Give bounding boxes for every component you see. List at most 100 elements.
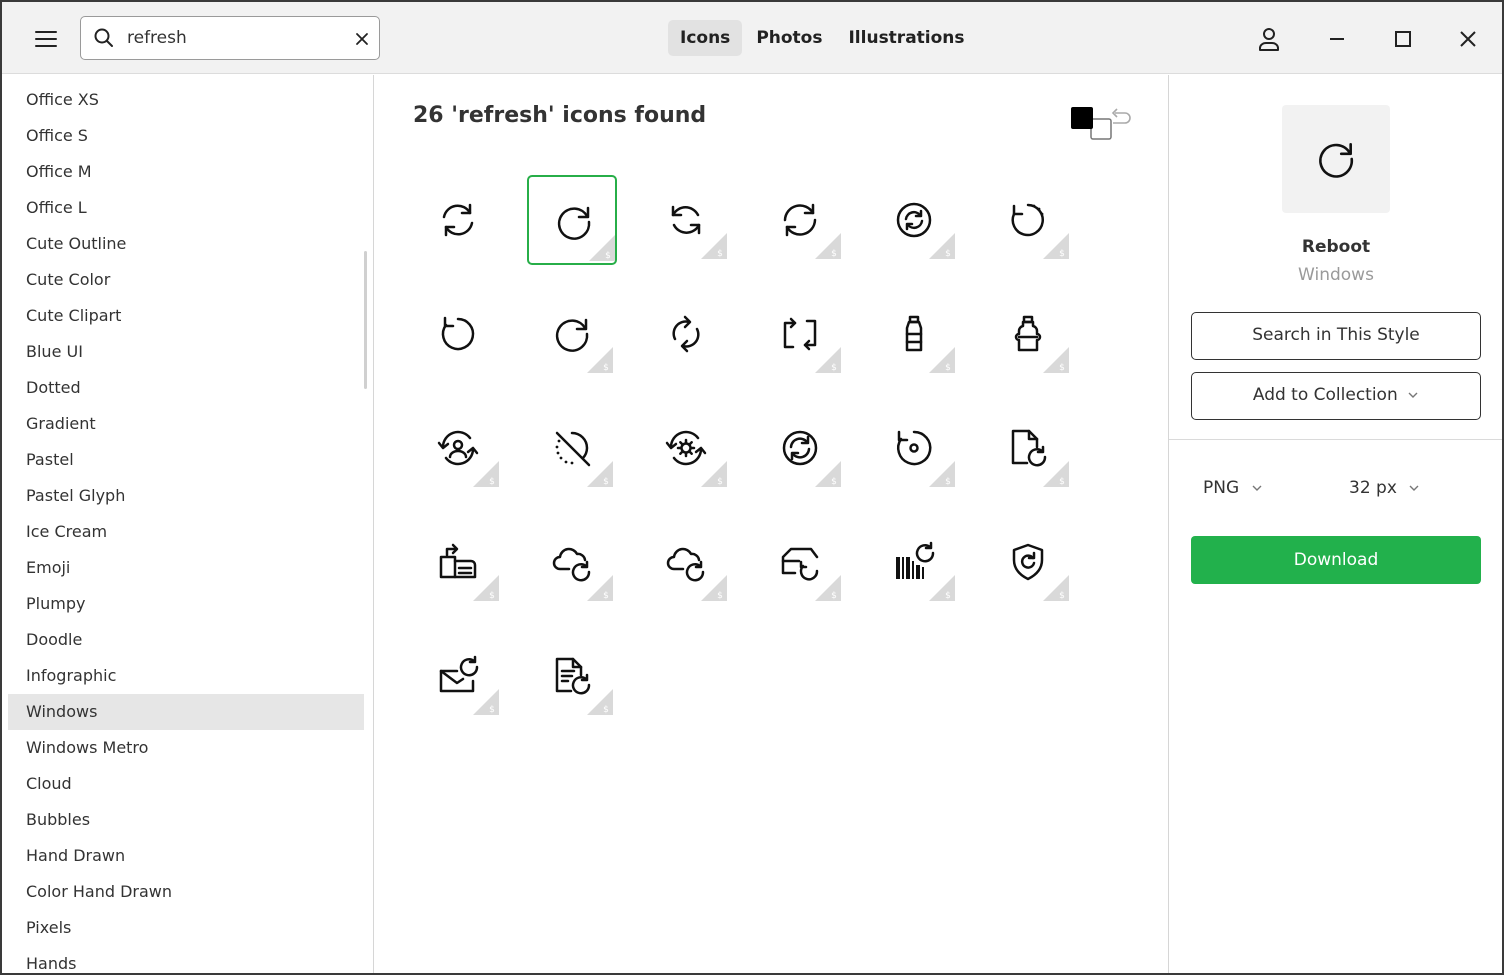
sidebar-item-color-hand-drawn[interactable]: Color Hand Drawn <box>8 874 364 910</box>
icon-circular-sync[interactable]: $ <box>869 175 959 265</box>
icon-cart-refresh[interactable]: $ <box>755 517 845 607</box>
title-bar: Icons Photos Illustrations <box>2 2 1502 74</box>
icon-power-restart[interactable] <box>413 289 503 379</box>
sidebar-item-office-l[interactable]: Office L <box>8 190 364 226</box>
sidebar-item-pastel-glyph[interactable]: Pastel Glyph <box>8 478 364 514</box>
sidebar-scrollbar[interactable] <box>364 251 367 389</box>
size-value: 32 px <box>1349 478 1397 498</box>
svg-text:$: $ <box>603 363 609 373</box>
svg-text:$: $ <box>489 591 495 601</box>
tab-illustrations[interactable]: Illustrations <box>836 20 976 56</box>
sidebar-item-cute-outline[interactable]: Cute Outline <box>8 226 364 262</box>
sidebar-item-bubbles[interactable]: Bubbles <box>8 802 364 838</box>
icon-detail-panel: Reboot Windows Search in This Style Add … <box>1168 75 1502 973</box>
format-select[interactable]: PNG <box>1203 473 1263 503</box>
panel-divider <box>1169 439 1502 440</box>
paid-badge-icon: $ <box>587 575 613 601</box>
sidebar-item-cloud[interactable]: Cloud <box>8 766 364 802</box>
minimize-button[interactable] <box>1322 24 1352 54</box>
svg-text:$: $ <box>945 363 951 373</box>
sidebar-item-hands[interactable]: Hands <box>8 946 364 973</box>
icon-user-sync[interactable]: $ <box>413 403 503 493</box>
sidebar-item-cute-color[interactable]: Cute Color <box>8 262 364 298</box>
svg-text:$: $ <box>831 249 837 259</box>
tab-icons[interactable]: Icons <box>668 20 743 56</box>
sidebar-item-infographic[interactable]: Infographic <box>8 658 364 694</box>
icon-repeat-square[interactable]: $ <box>755 289 845 379</box>
sidebar-item-windows-metro[interactable]: Windows Metro <box>8 730 364 766</box>
paid-badge-icon: $ <box>473 461 499 487</box>
search-in-style-button[interactable]: Search in This Style <box>1191 312 1481 360</box>
sidebar-item-ice-cream[interactable]: Ice Cream <box>8 514 364 550</box>
maximize-icon <box>1395 31 1411 47</box>
rotate-arrows-icon <box>672 315 700 353</box>
size-select[interactable]: 32 px <box>1349 473 1420 503</box>
icon-undo-circle[interactable]: $ <box>869 403 959 493</box>
content-type-tabs: Icons Photos Illustrations <box>668 20 977 56</box>
icon-document-refresh[interactable]: $ <box>527 631 617 721</box>
icon-sync-circle[interactable]: $ <box>755 403 845 493</box>
icon-redo-circle[interactable]: $ <box>527 289 617 379</box>
add-to-collection-button[interactable]: Add to Collection <box>1191 372 1481 420</box>
sidebar-item-gradient[interactable]: Gradient <box>8 406 364 442</box>
search-input[interactable] <box>127 25 337 51</box>
icon-gear-sync[interactable]: $ <box>641 403 731 493</box>
close-icon <box>356 33 368 45</box>
icon-barcode-refresh[interactable]: $ <box>869 517 959 607</box>
svg-text:$: $ <box>945 249 951 259</box>
close-window-button[interactable] <box>1453 24 1483 54</box>
icon-bottle-alt[interactable]: $ <box>983 289 1073 379</box>
sidebar-item-blue-ui[interactable]: Blue UI <box>8 334 364 370</box>
svg-text:$: $ <box>603 591 609 601</box>
color-swap-button[interactable] <box>1069 101 1133 143</box>
svg-text:$: $ <box>605 251 611 261</box>
svg-text:$: $ <box>717 477 723 487</box>
sidebar-item-doodle[interactable]: Doodle <box>8 622 364 658</box>
icon-printer-refresh[interactable]: $ <box>413 517 503 607</box>
tab-photos[interactable]: Photos <box>744 20 834 56</box>
hamburger-menu-button[interactable] <box>24 24 64 54</box>
paid-badge-icon: $ <box>815 233 841 259</box>
sidebar-item-dotted[interactable]: Dotted <box>8 370 364 406</box>
sidebar-item-office-xs[interactable]: Office XS <box>8 82 364 118</box>
icon-reboot[interactable]: $ <box>527 175 617 265</box>
paid-badge-icon: $ <box>473 575 499 601</box>
paid-badge-icon: $ <box>701 575 727 601</box>
paid-badge-icon: $ <box>473 689 499 715</box>
color-swap-icon <box>1071 107 1131 140</box>
icon-rotate-arrows[interactable] <box>641 289 731 379</box>
selected-icon-style: Windows <box>1298 265 1374 285</box>
download-button[interactable]: Download <box>1191 536 1481 584</box>
svg-text:$: $ <box>831 591 837 601</box>
sidebar-item-plumpy[interactable]: Plumpy <box>8 586 364 622</box>
icon-sync-disabled[interactable]: $ <box>527 403 617 493</box>
paid-badge-icon: $ <box>815 461 841 487</box>
paid-badge-icon: $ <box>587 347 613 373</box>
maximize-button[interactable] <box>1388 24 1418 54</box>
icon-cloud-sync[interactable]: $ <box>641 517 731 607</box>
sidebar-item-windows[interactable]: Windows <box>8 694 364 730</box>
paid-badge-icon: $ <box>929 347 955 373</box>
sidebar-item-office-m[interactable]: Office M <box>8 154 364 190</box>
icon-sync[interactable]: $ <box>755 175 845 265</box>
sidebar-item-cute-clipart[interactable]: Cute Clipart <box>8 298 364 334</box>
icon-bottle[interactable]: $ <box>869 289 959 379</box>
svg-text:$: $ <box>1059 363 1065 373</box>
icon-cloud-refresh[interactable]: $ <box>527 517 617 607</box>
icon-file-refresh[interactable]: $ <box>983 403 1073 493</box>
icon-shield-refresh[interactable]: $ <box>983 517 1073 607</box>
sidebar-item-emoji[interactable]: Emoji <box>8 550 364 586</box>
clear-search-button[interactable] <box>351 28 373 50</box>
sidebar-item-hand-drawn[interactable]: Hand Drawn <box>8 838 364 874</box>
icon-sync-open[interactable]: $ <box>641 175 731 265</box>
icon-dotted-restart[interactable]: $ <box>983 175 1073 265</box>
icon-mail-refresh[interactable]: $ <box>413 631 503 721</box>
sidebar-item-pixels[interactable]: Pixels <box>8 910 364 946</box>
hamburger-icon <box>35 31 57 47</box>
sidebar-item-pastel[interactable]: Pastel <box>8 442 364 478</box>
account-button[interactable] <box>1254 24 1284 54</box>
paid-badge-icon: $ <box>701 461 727 487</box>
icon-sync-arrows[interactable] <box>413 175 503 265</box>
svg-text:$: $ <box>489 705 495 715</box>
sidebar-item-office-s[interactable]: Office S <box>8 118 364 154</box>
